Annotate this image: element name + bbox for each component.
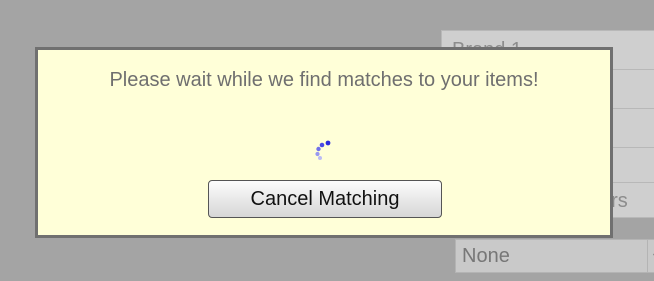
- loading-spinner-icon: [315, 140, 331, 160]
- matching-wait-message: Please wait while we find matches to you…: [109, 69, 539, 91]
- matching-progress-dialog: Please wait while we find matches to you…: [35, 47, 613, 238]
- background-select[interactable]: None ▾: [455, 239, 654, 273]
- cancel-matching-button[interactable]: Cancel Matching: [208, 180, 442, 218]
- background-select-value: None: [462, 245, 510, 267]
- chevron-down-icon: ▾: [647, 240, 654, 272]
